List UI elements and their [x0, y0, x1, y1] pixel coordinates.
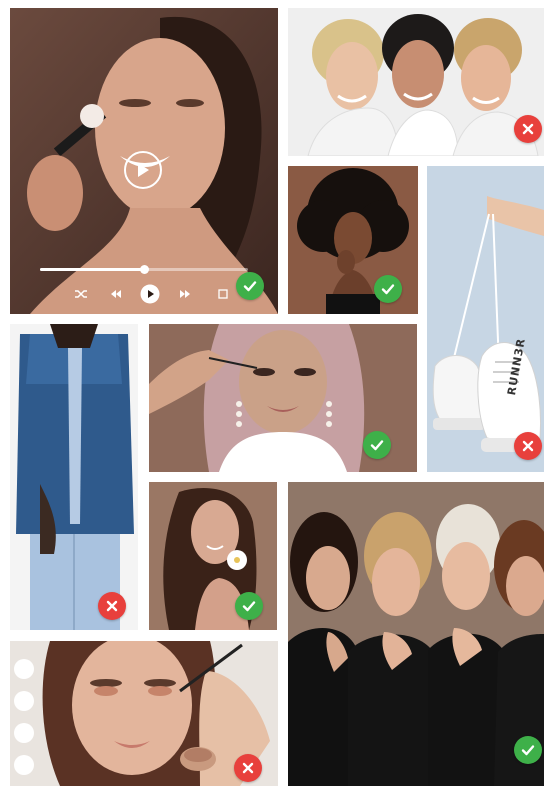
next-button[interactable] [176, 284, 194, 304]
tile-headscarf-mascara[interactable] [149, 324, 417, 472]
previous-icon [111, 290, 121, 298]
stop-button[interactable] [215, 284, 231, 304]
tile-five-women-group[interactable] [288, 482, 544, 786]
shuffle-button[interactable] [72, 284, 90, 304]
rejected-badge [514, 115, 542, 143]
tile-three-women[interactable] [288, 8, 544, 156]
progress-handle[interactable] [140, 265, 149, 274]
cross-icon [522, 440, 534, 452]
tile-makeup-brush-video[interactable] [10, 8, 278, 314]
tile-curly-hair-portrait[interactable] [288, 166, 418, 314]
checkmark-icon [521, 745, 535, 756]
tile-eyeshadow-application[interactable] [10, 641, 278, 786]
cross-icon [106, 600, 118, 612]
play-button[interactable] [139, 284, 161, 304]
cross-icon [242, 762, 254, 774]
checkmark-icon [242, 601, 256, 612]
shuffle-icon [75, 290, 87, 298]
tile-denim-jacket[interactable] [10, 324, 138, 630]
checkmark-icon [381, 284, 395, 295]
tile-flower-portrait[interactable] [149, 482, 277, 630]
stop-icon [218, 289, 228, 299]
approved-badge [374, 275, 402, 303]
white-sneakers-photo [427, 166, 544, 472]
progress-fill [40, 268, 144, 271]
cross-icon [522, 123, 534, 135]
five-women-photo [288, 482, 544, 786]
tile-white-sneakers[interactable]: RUNN3R [427, 166, 544, 472]
three-women-photo [288, 8, 544, 156]
rejected-badge [234, 754, 262, 782]
center-play-button[interactable] [124, 151, 162, 189]
approved-badge [514, 736, 542, 764]
previous-button[interactable] [107, 284, 125, 304]
play-icon [140, 284, 160, 304]
progress-bar[interactable] [40, 265, 248, 274]
play-icon [138, 163, 149, 177]
next-icon [180, 290, 190, 298]
checkmark-icon [243, 281, 257, 292]
approved-badge [236, 272, 264, 300]
approved-badge [363, 431, 391, 459]
denim-jacket-photo [10, 324, 138, 630]
checkmark-icon [370, 440, 384, 451]
approved-badge [235, 592, 263, 620]
rejected-badge [514, 432, 542, 460]
rejected-badge [98, 592, 126, 620]
